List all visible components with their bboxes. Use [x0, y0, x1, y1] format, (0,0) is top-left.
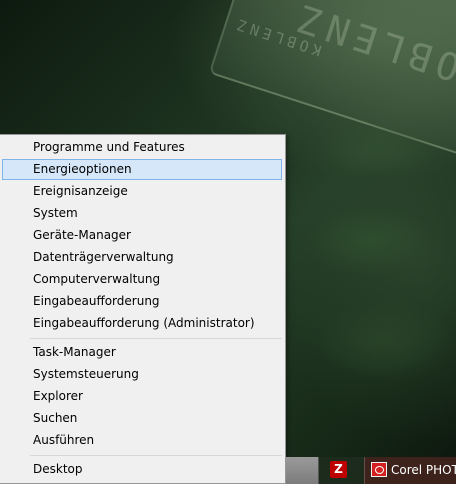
menu-item-system[interactable]: System — [2, 203, 282, 224]
corel-photo-icon — [371, 462, 387, 477]
menu-item-event-viewer[interactable]: Ereignisanzeige — [2, 181, 282, 202]
menu-separator — [30, 338, 282, 339]
menu-item-computer-management[interactable]: Computerverwaltung — [2, 269, 282, 290]
menu-separator — [30, 455, 282, 456]
power-user-context-menu: Programme und Features Energieoptionen E… — [0, 134, 286, 484]
taskbar: Z Corel PHOTO — [286, 457, 456, 484]
menu-item-disk-management[interactable]: Datenträgerverwaltung — [2, 247, 282, 268]
wallpaper-fir-branch — [290, 110, 456, 484]
menu-item-power-options[interactable]: Energieoptionen — [2, 159, 282, 180]
menu-item-command-prompt[interactable]: Eingabeaufforderung — [2, 291, 282, 312]
menu-item-programs-features[interactable]: Programme und Features — [2, 137, 282, 158]
menu-item-search[interactable]: Suchen — [2, 408, 282, 429]
menu-item-command-prompt-admin[interactable]: Eingabeaufforderung (Administrator) — [2, 313, 282, 334]
menu-item-device-manager[interactable]: Geräte-Manager — [2, 225, 282, 246]
menu-item-run[interactable]: Ausführen — [2, 430, 282, 451]
taskbar-button[interactable] — [286, 457, 319, 484]
menu-item-task-manager[interactable]: Task-Manager — [2, 342, 282, 363]
taskbar-filezilla-button[interactable]: Z — [326, 457, 350, 484]
menu-item-control-panel[interactable]: Systemsteuerung — [2, 364, 282, 385]
filezilla-icon: Z — [330, 461, 347, 478]
desktop[interactable]: OBLENZ KOBLENZ Programme und Features En… — [0, 0, 456, 484]
menu-item-explorer[interactable]: Explorer — [2, 386, 282, 407]
taskbar-corel-label: Corel PHOTO — [391, 463, 456, 477]
taskbar-corel-button[interactable]: Corel PHOTO — [364, 457, 456, 484]
menu-item-desktop[interactable]: Desktop — [2, 459, 282, 480]
